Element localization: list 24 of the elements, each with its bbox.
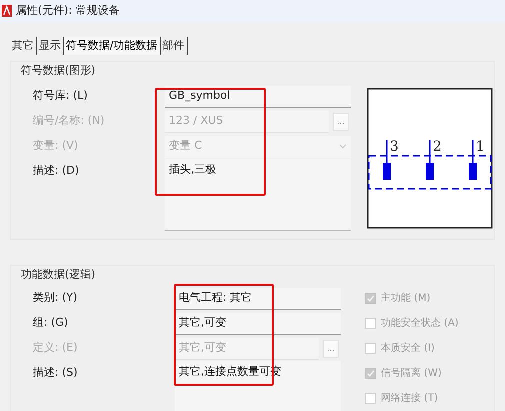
group-title: 符号数据(图形) [21, 62, 97, 79]
checkbox-label: 主功能 (M) [381, 292, 431, 306]
field-label: 描述: (S) [33, 365, 79, 382]
field-label: 变量: (V) [33, 138, 80, 154]
symbol-preview: 3 2 1 [367, 88, 493, 229]
tab[interactable]: 其它 [10, 37, 37, 55]
field-label: 组: (G) [33, 315, 70, 332]
field-label: 符号库: (L) [33, 88, 89, 104]
text-field[interactable]: 电气工程: 其它 [175, 288, 341, 310]
field-label: 编号/名称: (N) [33, 113, 106, 130]
window-title: 属性(元件): 常规设备 [16, 2, 120, 19]
checkbox-label: 网络连接 (T) [381, 392, 438, 406]
tab[interactable]: 符号数据/功能数据 [64, 37, 161, 55]
text-field[interactable]: 其它,可变 [175, 312, 341, 334]
field-label: 类别: (Y) [33, 290, 79, 306]
field-label: 定义: (E) [33, 340, 79, 356]
checkbox-label: 功能安全状态 (A) [381, 316, 459, 331]
checkbox-label: 本质安全 (I) [381, 342, 435, 356]
checkbox-label: 信号隔离 (W) [381, 366, 442, 381]
tab[interactable]: 部件 [160, 37, 188, 55]
field-label: 描述: (D) [33, 163, 80, 180]
text-field[interactable]: GB_symbol [165, 86, 351, 108]
description-field[interactable]: 插头,三极 [165, 159, 351, 231]
group-title: 功能数据(逻辑) [21, 266, 97, 283]
